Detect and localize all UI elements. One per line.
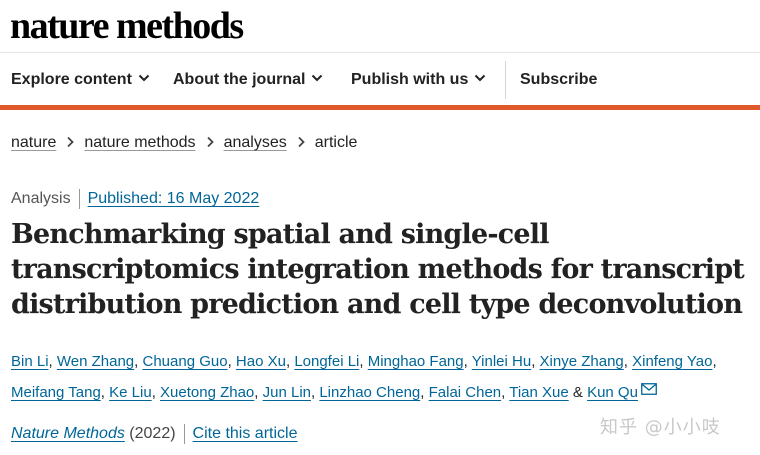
- nav-item-label: About the journal: [173, 71, 306, 88]
- chevron-down-icon: [475, 74, 486, 82]
- author-link[interactable]: Chuang Guo: [143, 353, 228, 370]
- author-link[interactable]: Tian Xue: [509, 384, 568, 401]
- author-link[interactable]: Yinlei Hu: [472, 353, 531, 370]
- nav-item-label: Subscribe: [520, 71, 598, 88]
- envelope-icon[interactable]: [641, 383, 657, 395]
- author-link[interactable]: Bin Li: [11, 353, 49, 370]
- journal-link[interactable]: Nature Methods: [11, 425, 125, 442]
- author-separator: ,: [151, 384, 161, 401]
- author-link[interactable]: Kun Qu: [587, 384, 638, 401]
- accent-bar: [0, 105, 760, 110]
- author-link[interactable]: Longfei Li: [294, 353, 359, 370]
- chevron-right-icon: [298, 136, 305, 147]
- author-separator: ,: [623, 353, 633, 370]
- nav-publish-with-us[interactable]: Publish with us: [351, 53, 486, 105]
- author-link[interactable]: Falai Chen: [429, 384, 502, 401]
- author-separator: ,: [227, 353, 236, 370]
- main-nav: Explore content About the journal Publis…: [0, 53, 760, 105]
- nav-subscribe[interactable]: Subscribe: [520, 53, 597, 105]
- citation-line: Nature Methods (2022) Cite this article: [11, 423, 297, 445]
- author-list: Bin Li, Wen Zhang, Chuang Guo, Hao Xu, L…: [11, 346, 751, 408]
- citation-divider: [183, 423, 185, 444]
- author-link[interactable]: Ke Liu: [109, 384, 152, 401]
- watermark: 知乎 @小小吱: [600, 417, 721, 438]
- breadcrumb: nature nature methods analyses article: [11, 132, 357, 154]
- nav-item-label: Explore content: [11, 71, 132, 88]
- published-date-link[interactable]: Published: 16 May 2022: [88, 190, 260, 207]
- author-link[interactable]: Linzhao Cheng: [319, 384, 420, 401]
- author-link[interactable]: Xinfeng Yao: [632, 353, 712, 370]
- author-link[interactable]: Hao Xu: [236, 353, 286, 370]
- article-type: Analysis: [11, 190, 71, 207]
- masthead: nature methods: [10, 2, 244, 50]
- article-title: Benchmarking spatial and single-cell tra…: [11, 219, 745, 320]
- nav-explore-content[interactable]: Explore content: [11, 53, 150, 105]
- author-link[interactable]: Xinye Zhang: [540, 353, 624, 370]
- breadcrumb-analyses[interactable]: analyses: [224, 134, 287, 151]
- author-separator: ,: [254, 384, 263, 401]
- author-link[interactable]: Minghao Fang: [368, 353, 464, 370]
- breadcrumb-nature[interactable]: nature: [11, 134, 56, 151]
- author-separator: ,: [420, 384, 429, 401]
- author-link[interactable]: Wen Zhang: [57, 353, 134, 370]
- author-separator: ,: [531, 353, 540, 370]
- author-separator: ,: [359, 353, 368, 370]
- meta-divider: [78, 188, 80, 209]
- chevron-down-icon: [312, 74, 323, 82]
- article-meta: Analysis Published: 16 May 2022: [11, 188, 259, 210]
- author-link[interactable]: Jun Lin: [263, 384, 311, 401]
- author-link[interactable]: Meifang Tang: [11, 384, 101, 401]
- chevron-right-icon: [67, 136, 75, 147]
- author-link[interactable]: Xuetong Zhao: [160, 384, 254, 401]
- cite-this-article-link[interactable]: Cite this article: [193, 425, 298, 442]
- breadcrumb-current: article: [314, 134, 358, 151]
- author-separator: ,: [48, 353, 57, 370]
- author-separator: ,: [712, 353, 717, 370]
- author-separator: ,: [134, 353, 143, 370]
- chevron-right-icon: [206, 136, 214, 147]
- nav-item-label: Publish with us: [351, 71, 469, 88]
- journal-logo[interactable]: nature methods: [10, 2, 244, 50]
- author-separator: ,: [100, 384, 110, 401]
- author-separator: &: [568, 384, 588, 401]
- breadcrumb-nature-methods[interactable]: nature methods: [84, 134, 195, 151]
- nav-divider: [505, 61, 506, 99]
- nav-about-journal[interactable]: About the journal: [173, 53, 323, 105]
- citation-year: (2022): [129, 425, 176, 442]
- author-separator: ,: [463, 353, 472, 370]
- chevron-down-icon: [138, 74, 150, 82]
